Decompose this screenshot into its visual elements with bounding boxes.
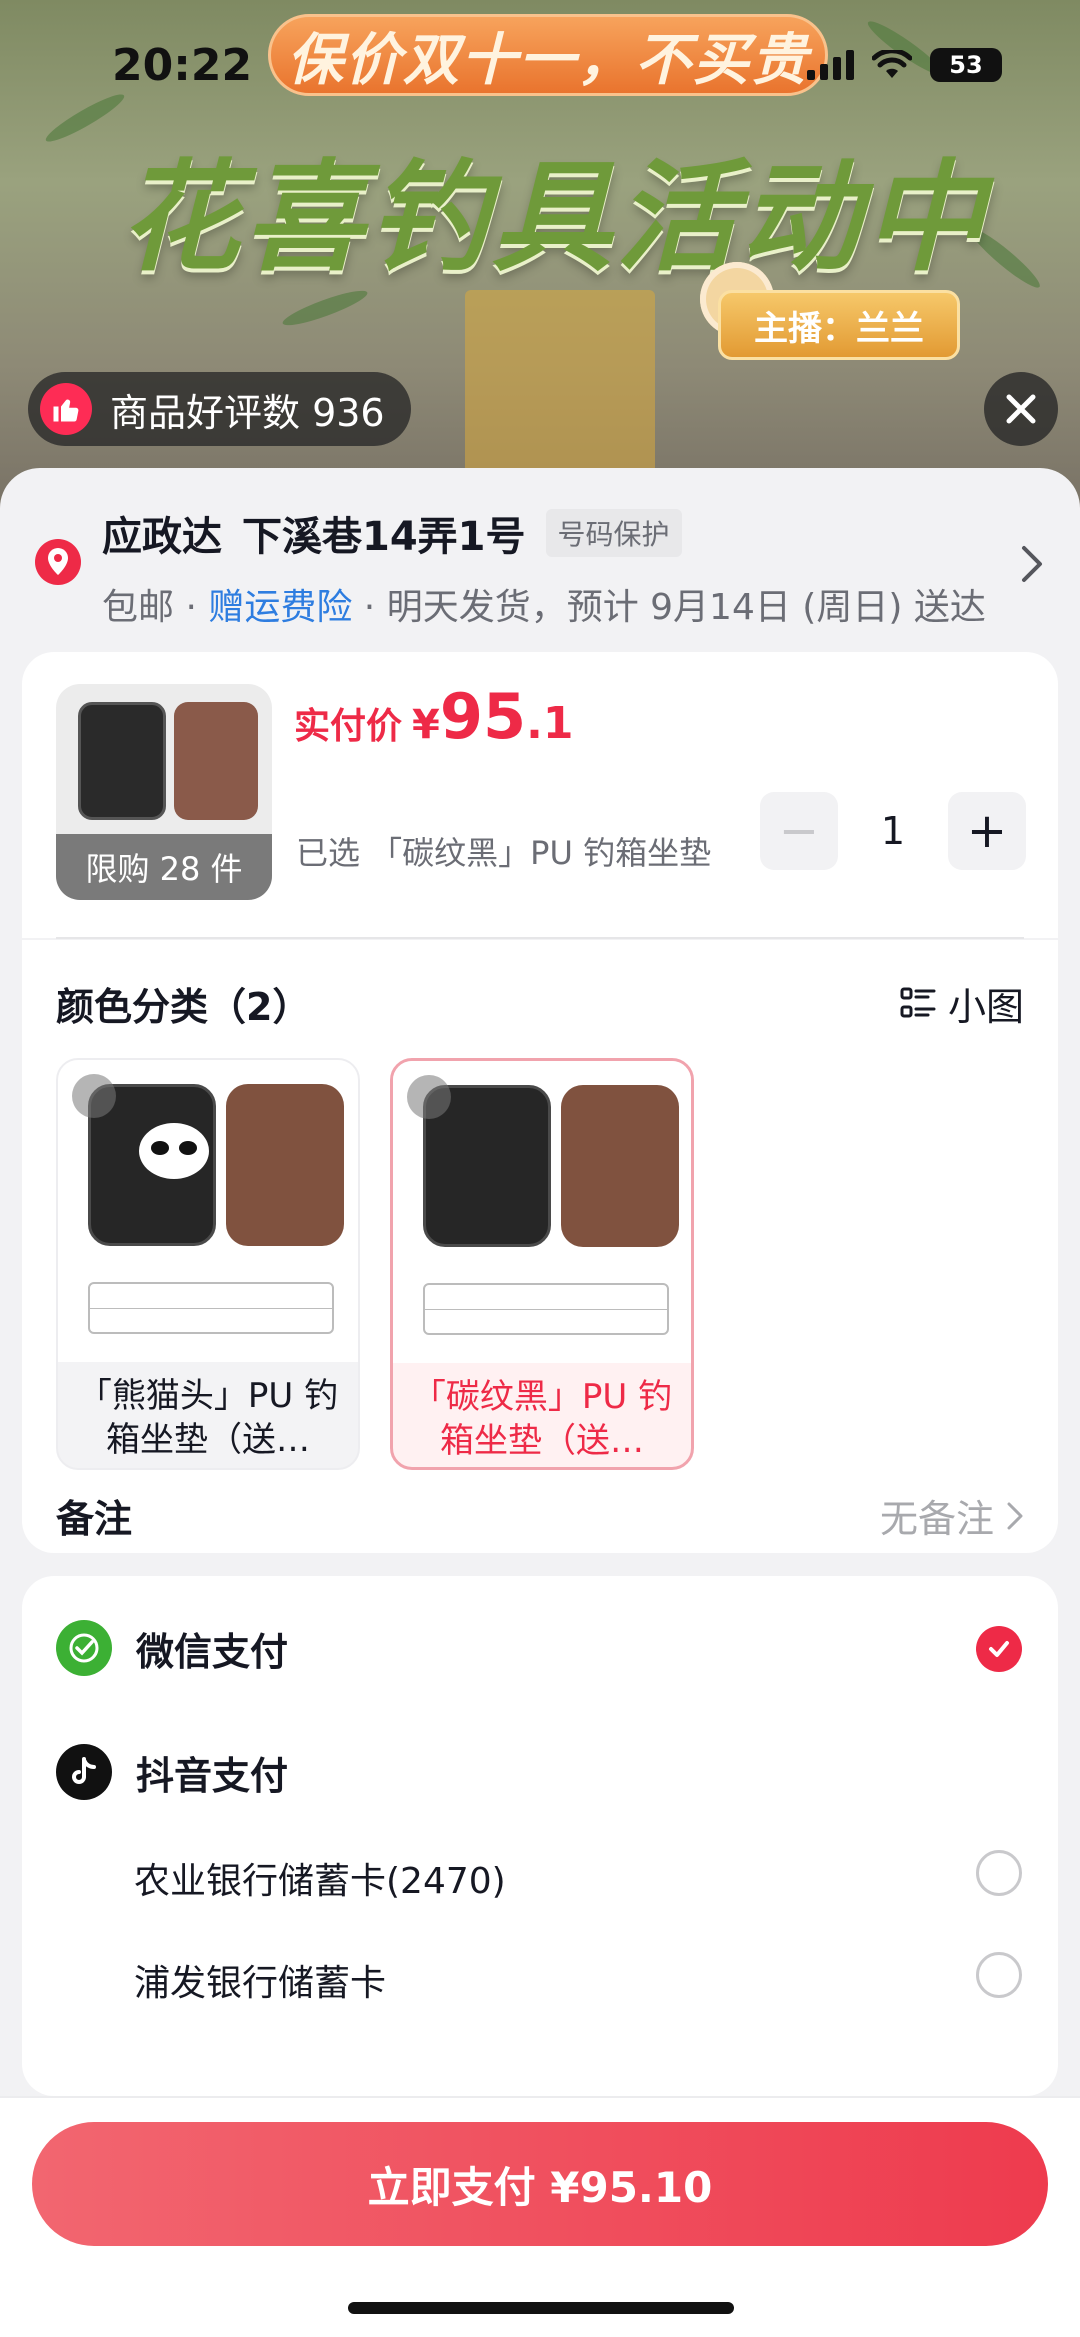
battery-icon: 53 (930, 48, 1002, 82)
remark-value: 无备注 (879, 1497, 994, 1541)
remark-label: 备注 (56, 1497, 133, 1541)
seat-pad-image (226, 1084, 344, 1246)
list-view-icon (900, 987, 936, 1017)
shipping-insurance-link[interactable]: 赠运费险 (208, 587, 352, 628)
color-section-title: 颜色分类（2） (56, 985, 311, 1029)
bottom-action-bar: 立即支付 ¥95.10 (0, 2096, 1080, 2337)
home-indicator[interactable] (348, 2302, 734, 2314)
spdb-debit-card-radio[interactable] (976, 1952, 1022, 1998)
spdb-debit-card-option[interactable]: 浦发银行储蓄卡 (134, 1954, 386, 2006)
wechat-pay-option[interactable]: 微信支付 (56, 1620, 288, 1676)
wifi-icon (872, 50, 912, 78)
delivery-info: 包邮 · 赠运费险 · 明天发货，预计 9月14日 (周日) 送达 (102, 578, 1002, 630)
chevron-right-icon (1007, 1502, 1023, 1529)
free-shipping-text: 包邮 · (102, 587, 209, 628)
promo-banner-text: 保价双十一，不买贵 (287, 27, 809, 93)
wechat-pay-label: 微信支付 (136, 1629, 289, 1674)
seat-pad-image (561, 1085, 679, 1247)
quantity-stepper: − 1 + (760, 792, 1026, 870)
review-count-text: 商品好评数 936 (110, 390, 385, 435)
abc-debit-card-radio[interactable] (976, 1850, 1022, 1896)
host-name: 主播：兰兰 (754, 308, 924, 349)
variant-label: 「碳纹黑」PU 钓箱坐垫（送… (411, 1377, 673, 1461)
actual-price: 实付价 ¥ 95 .1 (294, 680, 573, 753)
chevron-right-icon (1022, 546, 1042, 582)
stream-title: 花喜钓具活动中 (120, 149, 988, 288)
number-protection-tag: 号码保护 (545, 509, 682, 557)
review-count-badge[interactable]: 商品好评数 936 (28, 372, 411, 446)
variant-label: 「熊猫头」PU 钓箱坐垫（送… (77, 1376, 339, 1460)
battery-level: 53 (949, 51, 983, 79)
host-tag: 主播：兰兰 (718, 290, 960, 360)
checkmark-icon (989, 1641, 1009, 1657)
cellular-signal-icon (807, 50, 854, 80)
spec-table-image (88, 1282, 334, 1334)
payment-methods-card: 微信支付 抖音支付 农业银行储蓄卡(2470) 浦发银行储蓄卡 (22, 1576, 1058, 2096)
quantity-value: 1 (880, 809, 906, 853)
spec-table-image (423, 1283, 669, 1335)
divider (56, 937, 1024, 939)
address-detail: 下溪巷14弄1号 (242, 514, 526, 560)
location-pin-icon (35, 539, 81, 585)
abc-debit-card-option[interactable]: 农业银行储蓄卡(2470) (134, 1852, 506, 1904)
variant-panda-head[interactable]: 「熊猫头」PU 钓箱坐垫（送… (56, 1058, 360, 1470)
checkout-sheet: 应政达 下溪巷14弄1号 号码保护 包邮 · 赠运费险 · 明天发货，预计 9月… (0, 468, 1080, 2337)
recipient-name: 应政达 (102, 514, 222, 560)
wechat-pay-radio[interactable] (976, 1626, 1022, 1672)
leaf-decoration (42, 88, 128, 148)
douyin-pay-option[interactable]: 抖音支付 (56, 1744, 288, 1800)
increase-quantity-button[interactable]: + (948, 792, 1026, 870)
promo-banner: 保价双十一，不买贵 (268, 14, 828, 96)
thumbs-up-icon (40, 383, 92, 435)
selected-variant-text: 已选 「碳纹黑」PU 钓箱坐垫（送… (296, 834, 726, 872)
seat-pad-image (174, 702, 258, 820)
price-decimal: .1 (526, 698, 574, 749)
small-view-label: 小图 (947, 985, 1024, 1029)
panda-icon (139, 1123, 209, 1179)
shipping-address[interactable]: 应政达 下溪巷14弄1号 号码保护 包邮 · 赠运费险 · 明天发货，预计 9月… (0, 468, 1080, 650)
pay-now-button[interactable]: 立即支付 ¥95.10 (32, 2122, 1048, 2246)
price-label: 实付价 (294, 706, 403, 747)
price-symbol: ¥ (412, 702, 440, 748)
delivery-estimate: · 明天发货，预计 9月14日 (周日) 送达 (352, 587, 986, 628)
close-button[interactable] (984, 372, 1058, 446)
expand-icon[interactable] (72, 1074, 116, 1118)
decrease-quantity-button[interactable]: − (760, 792, 838, 870)
variant-carbon-black[interactable]: 「碳纹黑」PU 钓箱坐垫（送… (390, 1058, 694, 1470)
expand-icon[interactable] (407, 1075, 451, 1119)
price-integer: 95 (439, 680, 527, 753)
purchase-limit: 限购 28 件 (56, 834, 272, 900)
close-icon (1006, 394, 1036, 424)
product-card: 限购 28 件 实付价 ¥ 95 .1 已选 「碳纹黑」PU 钓箱坐垫（送… −… (22, 652, 1058, 938)
variant-image (393, 1061, 691, 1363)
status-time: 20:22 (112, 40, 253, 91)
wechat-pay-icon (56, 1620, 112, 1676)
tackle-box-image (78, 702, 166, 820)
status-icons: 53 (807, 48, 1002, 82)
douyin-pay-icon (56, 1744, 112, 1800)
color-selection-card: 颜色分类（2） 小图 「熊猫头」PU 钓箱坐垫（送… 「碳纹黑」PU 钓箱坐垫（… (22, 940, 1058, 1553)
small-view-toggle[interactable]: 小图 (900, 976, 1024, 1031)
variant-image (58, 1060, 358, 1362)
remark-field[interactable]: 无备注 (880, 1488, 1024, 1543)
product-image[interactable]: 限购 28 件 (56, 684, 272, 900)
douyin-pay-label: 抖音支付 (136, 1753, 289, 1798)
